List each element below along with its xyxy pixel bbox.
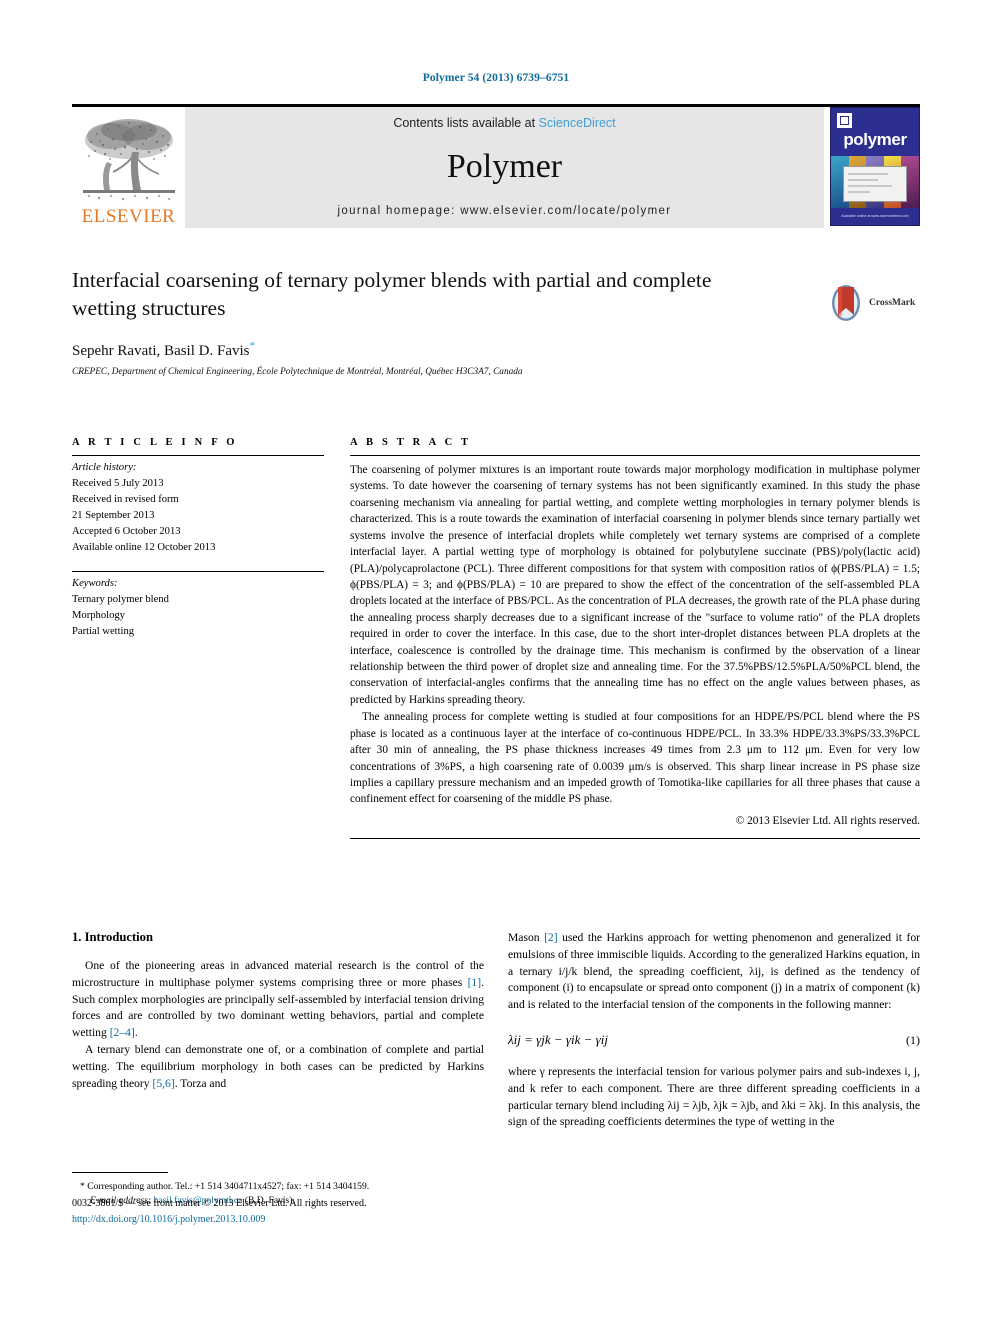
footnote-corresponding: Corresponding author. Tel.: +1 514 34047… <box>84 1181 370 1192</box>
journal-title: Polymer <box>446 147 563 185</box>
page-title: Interfacial coarsening of ternary polyme… <box>72 268 712 321</box>
body-columns: 1. Introduction One of the pioneering ar… <box>72 930 920 1206</box>
journal-homepage[interactable]: journal homepage: www.elsevier.com/locat… <box>338 205 672 217</box>
history-item: Available online 12 October 2013 <box>72 542 216 554</box>
page-footer: 0032-3861/$ — see front matter © 2013 El… <box>72 1196 484 1227</box>
intro-paragraph-1: One of the pioneering areas in advanced … <box>72 958 484 1042</box>
keywords-label: Keywords: <box>72 577 118 589</box>
keywords-block: Keywords: Ternary polymer blend Morpholo… <box>72 572 324 640</box>
abstract-copyright: © 2013 Elsevier Ltd. All rights reserved… <box>735 814 920 827</box>
equation-1: λij = γjk − γik − γij (1) <box>508 1032 920 1048</box>
issn-line: 0032-3861/$ — see front matter © 2013 El… <box>72 1198 367 1209</box>
intro-right-paragraph-2: where γ represents the interfacial tensi… <box>508 1064 920 1129</box>
article-history-label: Article history: <box>72 462 137 473</box>
sciencedirect-link[interactable]: ScienceDirect <box>539 116 616 130</box>
equation-1-body: λij = γjk − γik − γij <box>508 1031 609 1047</box>
history-item: Received 5 July 2013 <box>72 478 164 490</box>
keyword-item: Partial wetting <box>72 625 135 637</box>
citation-ref-1[interactable]: [1] <box>468 976 482 989</box>
elsevier-tree-icon <box>77 114 180 206</box>
citation-ref-2[interactable]: [2–4] <box>110 1026 135 1039</box>
footnote-rule <box>72 1172 168 1173</box>
article-history: Article history: Received 5 July 2013 Re… <box>72 456 324 557</box>
info-abstract-region: A R T I C L E I N F O Article history: R… <box>72 437 920 840</box>
intro-p1-part-c: . <box>134 1026 138 1040</box>
abstract-rule-bottom <box>350 838 920 840</box>
intro-paragraph-2: A ternary blend can demonstrate one of, … <box>72 1042 484 1092</box>
section-heading-introduction: 1. Introduction <box>72 930 153 944</box>
article-info-heading: A R T I C L E I N F O <box>72 437 238 448</box>
cover-title: polymer <box>843 130 907 149</box>
masthead-right: polymer Available online at www.scienced… <box>824 107 920 228</box>
intro-right-paragraph-1: Mason [2] used the Harkins approach for … <box>508 930 920 1014</box>
corresponding-author-marker[interactable]: * <box>249 340 255 352</box>
intro-p1-part-a: One of the pioneering areas in advanced … <box>72 959 484 989</box>
keyword-item: Morphology <box>72 609 125 621</box>
author-names: Sepehr Ravati, Basil D. Favis <box>72 342 250 359</box>
right-p1-part-a: Mason <box>508 931 545 944</box>
history-item: 21 September 2013 <box>72 510 155 522</box>
abstract-paragraph: The annealing process for complete wetti… <box>350 711 920 806</box>
contents-available-line: Contents lists available at ScienceDirec… <box>393 116 615 130</box>
doi-link[interactable]: http://dx.doi.org/10.1016/j.polymer.2013… <box>72 1214 265 1225</box>
intro-p2-part-b: . Torza and <box>174 1076 227 1090</box>
body-right-column: Mason [2] used the Harkins approach for … <box>508 930 920 1131</box>
masthead-center: Contents lists available at ScienceDirec… <box>185 107 824 228</box>
paper-page: Polymer 54 (2013) 6739–6751 ELSEVIER Con… <box>0 0 992 1323</box>
abstract-heading: A B S T R A C T <box>350 437 472 448</box>
history-item: Received in revised form <box>72 494 179 506</box>
abstract-paragraph: The coarsening of polymer mixtures is an… <box>350 464 920 706</box>
abstract-column: A B S T R A C T The coarsening of polyme… <box>350 437 920 840</box>
elsevier-wordmark: ELSEVIER <box>81 206 176 227</box>
body-left-column: 1. Introduction One of the pioneering ar… <box>72 930 484 1206</box>
history-item: Accepted 6 October 2013 <box>72 526 181 538</box>
elsevier-logo: ELSEVIER <box>72 107 185 228</box>
abstract-body: The coarsening of polymer mixtures is an… <box>350 456 920 829</box>
right-p1-part-b: used the Harkins approach for wetting ph… <box>508 931 920 1012</box>
journal-masthead: ELSEVIER Contents lists available at Sci… <box>72 104 920 228</box>
running-head: Polymer 54 (2013) 6739–6751 <box>422 72 570 84</box>
affiliation: CREPEC, Department of Chemical Engineeri… <box>72 366 523 377</box>
journal-cover-thumbnail: polymer Available online at www.scienced… <box>830 107 920 226</box>
crossmark-badge[interactable]: CrossMark <box>828 280 920 326</box>
cover-footer-text: Available online at www.sciencedirect.co… <box>841 213 909 218</box>
crossmark-icon <box>828 283 864 323</box>
contents-prefix: Contents lists available at <box>393 116 539 130</box>
cover-publisher-badge-icon <box>837 113 852 128</box>
article-info-column: A R T I C L E I N F O Article history: R… <box>72 437 324 839</box>
title-block: Interfacial coarsening of ternary polyme… <box>72 266 920 377</box>
author-list: Sepehr Ravati, Basil D. Favis* <box>72 340 920 360</box>
keyword-item: Ternary polymer blend <box>72 593 169 605</box>
equation-1-number: (1) <box>906 1032 920 1047</box>
citation-ref-3[interactable]: [5,6] <box>153 1077 175 1090</box>
intro-p2-part-a: A ternary blend can demonstrate one of, … <box>72 1042 484 1090</box>
cover-inset-figure <box>843 166 907 202</box>
crossmark-label: CrossMark <box>869 298 916 308</box>
citation-ref-4[interactable]: [2] <box>544 931 558 944</box>
